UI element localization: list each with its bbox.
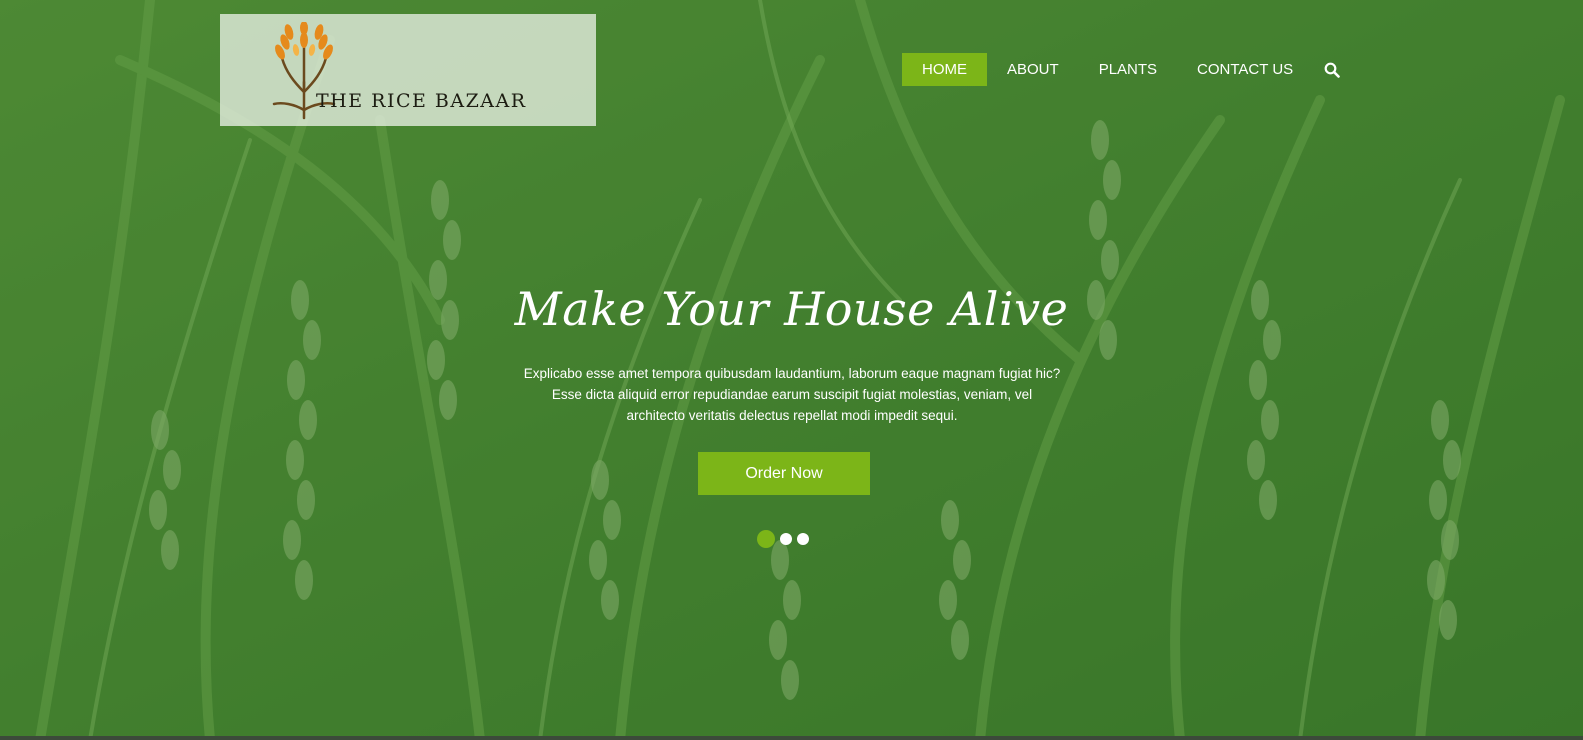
nav-plants[interactable]: PLANTS	[1079, 53, 1177, 86]
slider-dot-1[interactable]	[757, 530, 775, 548]
order-now-button[interactable]: Order Now	[698, 452, 870, 495]
hero-section: THE RICE BAZAAR HOME ABOUT PLANTS CONTAC…	[0, 0, 1583, 740]
hero-description: Explicabo esse amet tempora quibusdam la…	[523, 366, 1061, 423]
bottom-divider	[0, 736, 1583, 740]
search-icon[interactable]	[1323, 61, 1341, 79]
site-logo[interactable]: THE RICE BAZAAR	[220, 14, 596, 126]
nav-about[interactable]: ABOUT	[987, 53, 1079, 86]
slider-dot-3[interactable]	[797, 533, 809, 545]
slider-pagination	[757, 530, 809, 548]
logo-text: THE RICE BAZAAR	[316, 90, 527, 112]
nav-home[interactable]: HOME	[902, 53, 987, 86]
main-nav: HOME ABOUT PLANTS CONTACT US	[902, 53, 1341, 86]
hero-headline: Make Your House Alive	[514, 282, 1069, 336]
slider-dot-2[interactable]	[780, 533, 792, 545]
nav-contact-us[interactable]: CONTACT US	[1177, 53, 1313, 86]
